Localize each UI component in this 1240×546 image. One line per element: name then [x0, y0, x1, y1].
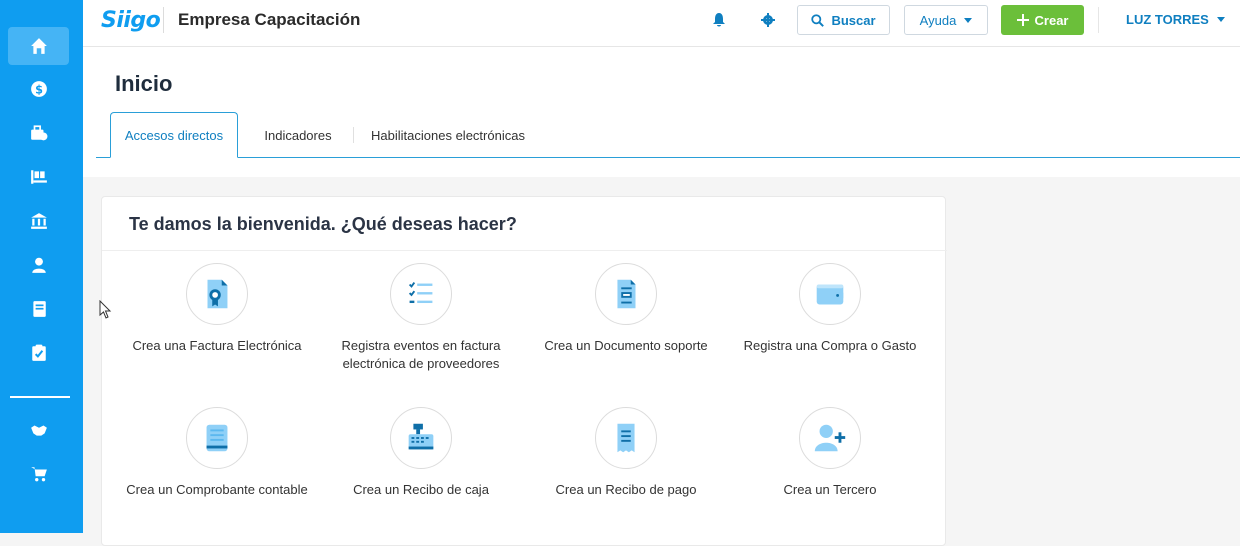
wallet-icon	[816, 284, 844, 305]
briefcase-icon	[30, 125, 47, 141]
welcome-card: Te damos la bienvenida. ¿Qué deseas hace…	[101, 196, 947, 546]
dollar-icon: $	[30, 81, 47, 97]
action-recibo-caja[interactable]: Crea un Recibo de caja	[326, 407, 516, 499]
document-icon	[617, 279, 636, 309]
tabs-underline	[96, 157, 1240, 158]
gear-icon[interactable]	[760, 12, 776, 28]
plus-icon	[1016, 14, 1029, 26]
action-label: Registra eventos en factura electrónica …	[341, 338, 501, 371]
inventory-icon	[30, 170, 47, 184]
search-label: Buscar	[831, 12, 876, 28]
sidebar-item-inventory[interactable]	[8, 158, 69, 196]
cart-icon	[30, 467, 47, 482]
user-name: LUZ TORRES	[1126, 12, 1209, 27]
welcome-title: Te damos la bienvenida. ¿Qué deseas hace…	[129, 214, 517, 234]
sidebar-item-business[interactable]	[8, 114, 69, 152]
chevron-down-icon	[1216, 17, 1225, 22]
action-label: Registra una Compra o Gasto	[743, 338, 917, 353]
sidebar: $	[0, 0, 83, 533]
tab-habilitaciones[interactable]: Habilitaciones electrónicas	[363, 112, 533, 158]
card-divider	[102, 250, 947, 251]
action-icon-circle	[390, 263, 452, 325]
help-label: Ayuda	[919, 12, 957, 28]
siigo-logo[interactable]: Siigo	[101, 5, 161, 39]
ledger-icon	[206, 424, 228, 452]
checklist-icon	[408, 282, 433, 304]
action-label: Crea un Recibo de pago	[555, 482, 697, 497]
mouse-cursor-icon	[99, 300, 112, 319]
create-label: Crear	[1034, 12, 1069, 28]
svg-text:$: $	[35, 84, 43, 97]
action-icon-circle	[186, 407, 248, 469]
sidebar-item-contacts[interactable]	[8, 246, 69, 284]
chevron-down-icon	[964, 17, 973, 23]
user-menu[interactable]: LUZ TORRES	[1126, 12, 1225, 27]
action-label: Crea una Factura Electrónica	[132, 338, 302, 353]
page-title: Inicio	[115, 71, 173, 96]
action-icon-circle	[595, 407, 657, 469]
logo-separator	[163, 7, 164, 33]
user-icon	[31, 257, 46, 273]
sidebar-item-finance[interactable]: $	[8, 70, 69, 108]
action-label: Crea un Documento soporte	[544, 338, 708, 353]
action-icon-circle	[186, 263, 248, 325]
company-name: Empresa Capacitación	[178, 10, 361, 29]
add-user-icon	[814, 424, 846, 452]
action-compra-gasto[interactable]: Registra una Compra o Gasto	[735, 263, 925, 355]
action-label: Crea un Tercero	[783, 482, 877, 497]
book-icon	[32, 301, 46, 317]
home-icon	[30, 38, 47, 54]
handshake-icon	[30, 425, 47, 436]
action-recibo-pago[interactable]: Crea un Recibo de pago	[531, 407, 721, 499]
sidebar-item-home[interactable]	[8, 27, 69, 65]
tab-separator	[353, 127, 354, 143]
action-icon-circle	[595, 263, 657, 325]
tab-indicadores[interactable]: Indicadores	[253, 112, 343, 158]
sidebar-divider	[10, 396, 70, 398]
action-label: Crea un Comprobante contable	[126, 482, 308, 497]
page-header: Inicio Accesos directos Indicadores Habi…	[83, 47, 1240, 177]
user-separator	[1098, 7, 1099, 33]
sidebar-item-bank[interactable]	[8, 202, 69, 240]
sidebar-item-books[interactable]	[8, 290, 69, 328]
topbar: Siigo Empresa Capacitación Buscar Ayuda …	[83, 0, 1240, 47]
action-comprobante-contable[interactable]: Crea un Comprobante contable	[122, 407, 312, 499]
invoice-icon	[207, 279, 228, 309]
bank-icon	[30, 213, 47, 229]
action-icon-circle	[390, 407, 452, 469]
search-icon	[811, 13, 825, 27]
create-button[interactable]: Crear	[1001, 5, 1084, 35]
action-documento-soporte[interactable]: Crea un Documento soporte	[531, 263, 721, 355]
search-button[interactable]: Buscar	[797, 5, 890, 35]
cash-register-icon	[408, 423, 434, 450]
bell-icon[interactable]	[711, 12, 727, 28]
action-icon-circle	[799, 407, 861, 469]
action-crear-tercero[interactable]: Crea un Tercero	[735, 407, 925, 499]
action-factura-electronica[interactable]: Crea una Factura Electrónica	[122, 263, 312, 355]
sidebar-item-partners[interactable]	[8, 411, 69, 449]
sidebar-item-store[interactable]	[8, 455, 69, 493]
sidebar-item-tasks[interactable]	[8, 334, 69, 372]
action-icon-circle	[799, 263, 861, 325]
action-label: Crea un Recibo de caja	[353, 482, 489, 497]
clipboard-check-icon	[31, 344, 46, 361]
action-eventos-proveedores[interactable]: Registra eventos en factura electrónica …	[326, 263, 516, 373]
receipt-icon	[617, 423, 635, 453]
help-dropdown[interactable]: Ayuda	[904, 5, 988, 35]
tab-accesos-directos[interactable]: Accesos directos	[110, 112, 238, 158]
